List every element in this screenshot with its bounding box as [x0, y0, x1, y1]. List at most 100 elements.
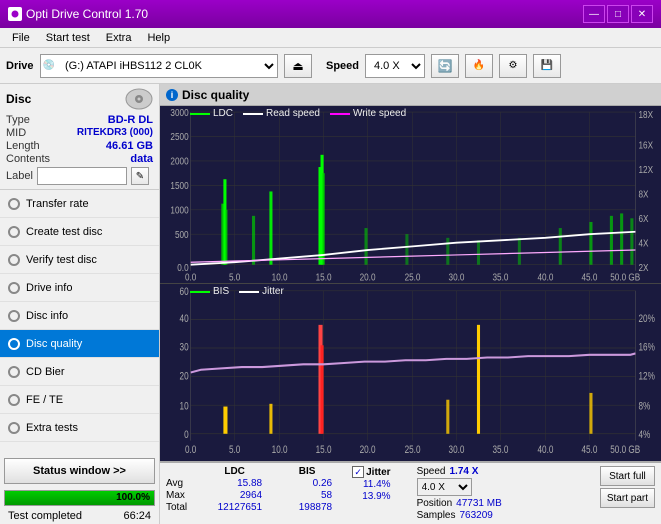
nav-icon-cd-bier — [8, 366, 20, 378]
svg-text:25.0: 25.0 — [405, 444, 421, 456]
nav-icon-extra-tests — [8, 422, 20, 434]
svg-text:0.0: 0.0 — [185, 444, 196, 456]
legend-read-speed: Read speed — [243, 108, 320, 119]
content-area: i Disc quality LDC Read speed — [160, 84, 661, 524]
minimize-button[interactable]: — — [583, 5, 605, 23]
speed-selector[interactable]: 4.0 X — [365, 54, 425, 78]
svg-text:8X: 8X — [639, 189, 649, 200]
ldc-stats: LDC 15.88 2964 12127651 — [207, 466, 262, 513]
jitter-color — [239, 291, 259, 293]
disc-section-title: Disc — [6, 92, 31, 106]
start-part-button[interactable]: Start part — [600, 488, 655, 508]
menu-help[interactable]: Help — [139, 30, 178, 46]
top-chart-svg: 0.0 500 1000 1500 2000 2500 3000 2X 4X 6… — [160, 106, 661, 283]
jitter-checkbox[interactable]: ✓ — [352, 466, 364, 478]
max-label: Max — [166, 490, 187, 501]
svg-text:30.0: 30.0 — [449, 272, 465, 283]
svg-text:50.0 GB: 50.0 GB — [610, 444, 640, 456]
jitter-avg: 11.4% — [352, 479, 390, 490]
samples-value: 763209 — [459, 510, 492, 521]
svg-text:18X: 18X — [639, 110, 654, 121]
svg-text:40: 40 — [180, 313, 189, 325]
speed-label: Speed — [326, 60, 359, 72]
svg-text:16%: 16% — [639, 342, 656, 354]
sidebar-item-disc-quality[interactable]: Disc quality — [0, 330, 159, 358]
menu-extra[interactable]: Extra — [98, 30, 140, 46]
close-button[interactable]: ✕ — [631, 5, 653, 23]
legend-jitter: Jitter — [239, 286, 284, 297]
progress-bar-container: 100.0% — [4, 490, 155, 506]
svg-text:5.0: 5.0 — [229, 272, 240, 283]
menu-file[interactable]: File — [4, 30, 38, 46]
bis-avg: 0.26 — [282, 478, 332, 489]
mid-label: MID — [6, 127, 26, 139]
svg-text:25.0: 25.0 — [405, 272, 421, 283]
bis-stats-header: BIS — [282, 466, 332, 477]
maximize-button[interactable]: □ — [607, 5, 629, 23]
position-value: 47731 MB — [456, 498, 502, 509]
position-label: Position — [417, 498, 453, 509]
drive-label: Drive — [6, 60, 34, 72]
chart-title-bar: i Disc quality — [160, 84, 661, 106]
sidebar-item-drive-info[interactable]: Drive info — [0, 274, 159, 302]
jitter-max: 13.9% — [352, 491, 390, 502]
settings-button[interactable]: ⚙ — [499, 54, 527, 78]
chart-title: Disc quality — [182, 88, 249, 102]
sidebar-item-cd-bier[interactable]: CD Bier — [0, 358, 159, 386]
speed-stats: Speed 1.74 X 4.0 X Position 47731 MB Sam… — [417, 466, 502, 521]
jitter-label: Jitter — [366, 467, 390, 478]
sidebar-item-verify-test-disc[interactable]: Verify test disc — [0, 246, 159, 274]
nav-icon-drive-info — [8, 282, 20, 294]
bottom-chart: BIS Jitter — [160, 284, 661, 461]
legend-ldc: LDC — [190, 108, 233, 119]
start-full-button[interactable]: Start full — [600, 466, 655, 486]
type-label: Type — [6, 114, 30, 126]
charts-area: LDC Read speed Write speed — [160, 106, 661, 461]
ldc-max: 2964 — [207, 490, 262, 501]
svg-text:60: 60 — [180, 286, 189, 298]
mid-value: RITEKDR3 (000) — [77, 127, 153, 139]
drive-selector[interactable]: (G:) ATAPI iHBS112 2 CL0K — [57, 55, 277, 77]
disc-icon — [125, 88, 153, 110]
refresh-button[interactable]: 🔄 — [431, 54, 459, 78]
disc-label-input[interactable] — [37, 167, 127, 185]
bis-max: 58 — [282, 490, 332, 501]
sidebar-item-transfer-rate[interactable]: Transfer rate — [0, 190, 159, 218]
sidebar-item-disc-info[interactable]: Disc info — [0, 302, 159, 330]
sidebar: Disc Type BD-R DL MID RITEKDR3 (000) Len… — [0, 84, 160, 524]
sidebar-item-extra-tests[interactable]: Extra tests — [0, 414, 159, 442]
nav-icon-disc-quality — [8, 338, 20, 350]
nav-list: Transfer rate Create test disc Verify te… — [0, 190, 159, 454]
svg-text:0.0: 0.0 — [185, 272, 196, 283]
titlebar-controls: — □ ✕ — [583, 5, 653, 23]
speed-select-stat[interactable]: 4.0 X — [417, 478, 472, 496]
ldc-avg: 15.88 — [207, 478, 262, 489]
burn-button[interactable]: 🔥 — [465, 54, 493, 78]
titlebar-title: Opti Drive Control 1.70 — [8, 7, 148, 21]
status-message: Test completed — [4, 509, 86, 523]
eject-button[interactable]: ⏏ — [284, 54, 312, 78]
speed-label-stat: Speed — [417, 466, 446, 477]
menu-start-test[interactable]: Start test — [38, 30, 98, 46]
svg-text:35.0: 35.0 — [493, 272, 509, 283]
sidebar-item-fe-te[interactable]: FE / TE — [0, 386, 159, 414]
svg-text:1500: 1500 — [170, 180, 188, 191]
save-button[interactable]: 💾 — [533, 54, 561, 78]
avg-label: Avg — [166, 478, 187, 489]
svg-text:50.0 GB: 50.0 GB — [610, 272, 640, 283]
svg-text:10.0: 10.0 — [272, 272, 288, 283]
label-edit-button[interactable]: ✎ — [131, 167, 149, 185]
svg-text:30.0: 30.0 — [449, 444, 465, 456]
svg-text:2500: 2500 — [170, 132, 188, 143]
status-window-button[interactable]: Status window >> — [4, 458, 155, 484]
legend-write-speed: Write speed — [330, 108, 406, 119]
menubar: File Start test Extra Help — [0, 28, 661, 48]
svg-text:16X: 16X — [639, 140, 654, 151]
stats-bar: Avg Max Total LDC 15.88 2964 12127651 BI… — [160, 461, 661, 524]
nav-icon-fe-te — [8, 394, 20, 406]
ldc-total: 12127651 — [207, 502, 262, 513]
length-label: Length — [6, 140, 40, 152]
stats-labels: Avg Max Total — [166, 466, 187, 513]
sidebar-item-create-test-disc[interactable]: Create test disc — [0, 218, 159, 246]
svg-text:15.0: 15.0 — [316, 444, 332, 456]
